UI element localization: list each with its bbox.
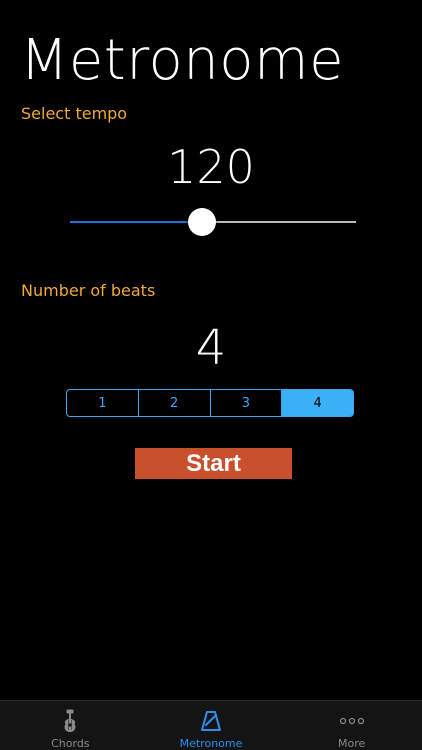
tab-metronome[interactable]: Metronome <box>141 701 282 750</box>
beats-segment-3[interactable]: 3 <box>211 390 283 416</box>
slider-fill <box>70 221 202 223</box>
beats-segment-1[interactable]: 1 <box>67 390 139 416</box>
tempo-slider[interactable] <box>70 206 356 238</box>
beats-segmented-control: 1 2 3 4 <box>66 389 354 417</box>
tempo-section-label: Select tempo <box>21 104 128 123</box>
tab-chords[interactable]: Chords <box>0 701 141 750</box>
slider-thumb[interactable] <box>187 208 216 236</box>
tab-chords-label: Chords <box>51 737 90 750</box>
beats-segment-2[interactable]: 2 <box>139 390 211 416</box>
beats-section-label: Number of beats <box>21 281 156 300</box>
guitar-icon <box>62 709 78 733</box>
tab-bar: Chords Metronome More <box>0 700 422 750</box>
tab-metronome-label: Metronome <box>179 737 243 750</box>
tab-more-label: More <box>338 737 366 750</box>
metronome-icon <box>200 709 222 733</box>
tab-more[interactable]: More <box>281 701 422 750</box>
beats-value: 4 <box>195 320 227 376</box>
beats-segment-4[interactable]: 4 <box>282 390 353 416</box>
more-dots-icon <box>339 709 365 733</box>
start-button[interactable]: Start <box>135 448 292 479</box>
page-title: Metronome <box>20 28 345 93</box>
tempo-value: 120 <box>167 140 255 194</box>
